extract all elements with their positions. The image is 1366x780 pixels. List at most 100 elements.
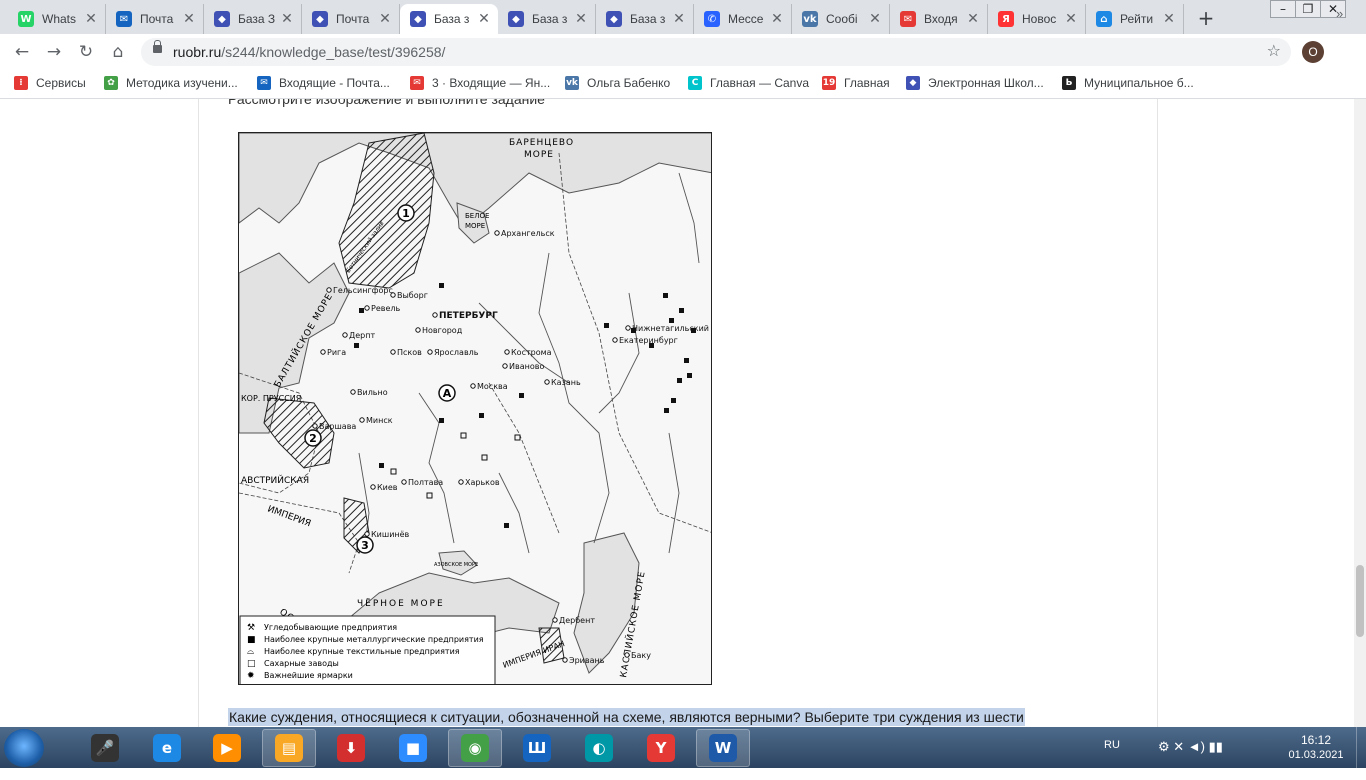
- site-favicon-icon: ◆: [312, 11, 328, 27]
- tab-title: Входя: [924, 12, 958, 26]
- bookmark-5[interactable]: vk Ольга Бабенко: [565, 76, 670, 90]
- close-tab-icon[interactable]: ✕: [573, 11, 589, 27]
- tab-7[interactable]: ◆ База з ✕: [596, 4, 694, 34]
- media-player-app-button[interactable]: ▶: [200, 729, 254, 767]
- city-dot: [470, 383, 476, 389]
- city-label: Псков: [397, 348, 422, 357]
- bookmarks-overflow-icon[interactable]: »: [1336, 6, 1343, 21]
- city-label: Кишинёв: [371, 530, 410, 539]
- whatsapp-icon: W: [18, 11, 34, 27]
- column-border-left: [198, 99, 199, 727]
- tab-2[interactable]: ✉ Почта ✕: [106, 4, 204, 34]
- city-label: Гельсингфорс: [333, 286, 393, 295]
- city-label: Екатеринбург: [619, 336, 678, 345]
- city-dot: [312, 423, 318, 429]
- industry-symbols: [354, 283, 696, 528]
- city-label: Казань: [551, 378, 581, 387]
- city-dot: [350, 389, 356, 395]
- word-app-button[interactable]: W: [696, 729, 750, 767]
- tab-3[interactable]: ◆ База З ✕: [204, 4, 302, 34]
- city-label: Москва: [477, 382, 508, 391]
- city-dot: [415, 327, 421, 333]
- language-indicator[interactable]: RU: [1104, 739, 1120, 780]
- tab-1[interactable]: W Whats ✕: [8, 4, 106, 34]
- school-app-button[interactable]: Ш: [510, 729, 564, 767]
- bookmark-3[interactable]: ✉ Входящие - Почта...: [257, 76, 390, 90]
- bookmark-2[interactable]: ✿ Методика изучени...: [104, 76, 238, 90]
- marker-label: 3: [361, 539, 369, 552]
- show-desktop-button[interactable]: [1356, 727, 1366, 768]
- tab-5[interactable]: ◆ База з ✕: [400, 4, 498, 34]
- back-icon[interactable]: ←: [10, 40, 34, 64]
- reload-icon[interactable]: ↻: [74, 40, 98, 64]
- edge-app-button[interactable]: ◐: [572, 729, 626, 767]
- explorer-app-button[interactable]: ▤: [262, 729, 316, 767]
- bookmark-6[interactable]: C Главная — Canva: [688, 76, 809, 90]
- bookmark-label: Входящие - Почта...: [279, 76, 390, 90]
- scrollbar-thumb[interactable]: [1356, 565, 1364, 637]
- bookmark-7[interactable]: 19 Главная: [822, 76, 890, 90]
- white-sea-label: БЕЛОЕ: [465, 212, 489, 220]
- yandex-mail-icon: ✉: [410, 76, 424, 90]
- city-dot: [458, 479, 464, 485]
- clock[interactable]: 16:12 01.03.2021: [1288, 733, 1344, 763]
- close-tab-icon[interactable]: ✕: [1063, 11, 1079, 27]
- profile-avatar[interactable]: O: [1302, 41, 1324, 63]
- city-dot: [504, 349, 510, 355]
- tab-title: Новос: [1022, 12, 1057, 26]
- tab-10[interactable]: ✉ Входя ✕: [890, 4, 988, 34]
- legend-label: Угледобывающие предприятия: [264, 623, 397, 632]
- download-app-button[interactable]: ⬇: [324, 729, 378, 767]
- internet-explorer-app-button[interactable]: e: [140, 729, 194, 767]
- bookmark-8[interactable]: ◆ Электронная Школ...: [906, 76, 1044, 90]
- close-tab-icon[interactable]: ✕: [965, 11, 981, 27]
- bookmark-4[interactable]: ✉ 3 · Входящие — Ян...: [410, 76, 550, 90]
- city-label: Киев: [377, 483, 398, 492]
- bookmark-star-icon[interactable]: ☆: [1267, 41, 1281, 60]
- tab-9[interactable]: vk Сообі ✕: [792, 4, 890, 34]
- legend-label: Сахарные заводы: [264, 659, 339, 668]
- close-tab-icon[interactable]: ✕: [279, 11, 295, 27]
- zoom-app-button[interactable]: ■: [386, 729, 440, 767]
- city-label: Эривань: [569, 656, 605, 665]
- city-label: Ревель: [371, 304, 400, 313]
- close-tab-icon[interactable]: ✕: [181, 11, 197, 27]
- white-sea-more-label: МОРЕ: [465, 222, 485, 230]
- city-dot: [624, 652, 630, 658]
- address-bar[interactable]: ruobr.ru/s244/knowledge_base/test/396258…: [141, 38, 1291, 66]
- bookmark-9[interactable]: Ь Муниципальное б...: [1062, 76, 1194, 90]
- yandex-browser-app-button[interactable]: Y: [634, 729, 688, 767]
- forward-icon[interactable]: →: [42, 40, 66, 64]
- bookmark-label: Главная — Canva: [710, 76, 810, 90]
- close-tab-icon[interactable]: ✕: [769, 11, 785, 27]
- page-scrollbar[interactable]: [1354, 99, 1366, 727]
- tab-12[interactable]: ⌂ Рейти ✕: [1086, 4, 1184, 34]
- new-tab-button[interactable]: +: [1194, 6, 1218, 30]
- tab-6[interactable]: ◆ База з ✕: [498, 4, 596, 34]
- city-label: Рига: [327, 348, 346, 357]
- start-button[interactable]: [4, 729, 44, 767]
- city-dot: [552, 617, 558, 623]
- tab-title: База з: [630, 12, 666, 26]
- home-icon[interactable]: ⌂: [106, 40, 130, 64]
- tray-icons[interactable]: ⚙ ✕ ◄) ▮▮: [1158, 739, 1223, 780]
- region-2-poland: [263, 397, 335, 469]
- close-tab-icon[interactable]: ✕: [867, 11, 883, 27]
- tab-11[interactable]: Я Новос ✕: [988, 4, 1086, 34]
- microphone-app-button[interactable]: 🎤: [78, 729, 132, 767]
- tab-title: Сообі: [826, 12, 858, 26]
- restore-button[interactable]: ❐: [1295, 0, 1321, 18]
- close-tab-icon[interactable]: ✕: [1161, 11, 1177, 27]
- close-tab-icon[interactable]: ✕: [377, 11, 393, 27]
- tab-title: Мессе: [728, 12, 764, 26]
- close-tab-icon[interactable]: ✕: [671, 11, 687, 27]
- city-label: Нижнетагильский: [632, 324, 709, 333]
- chrome-app-button[interactable]: ◉: [448, 729, 502, 767]
- close-tab-icon[interactable]: ✕: [83, 11, 99, 27]
- city-label: Минск: [366, 416, 393, 425]
- minimize-button[interactable]: –: [1270, 0, 1296, 18]
- tab-8[interactable]: ✆ Мессе ✕: [694, 4, 792, 34]
- close-tab-icon[interactable]: ✕: [476, 11, 492, 27]
- tab-4[interactable]: ◆ Почта ✕: [302, 4, 400, 34]
- bookmark-1[interactable]: ⁝ Сервисы: [14, 76, 86, 90]
